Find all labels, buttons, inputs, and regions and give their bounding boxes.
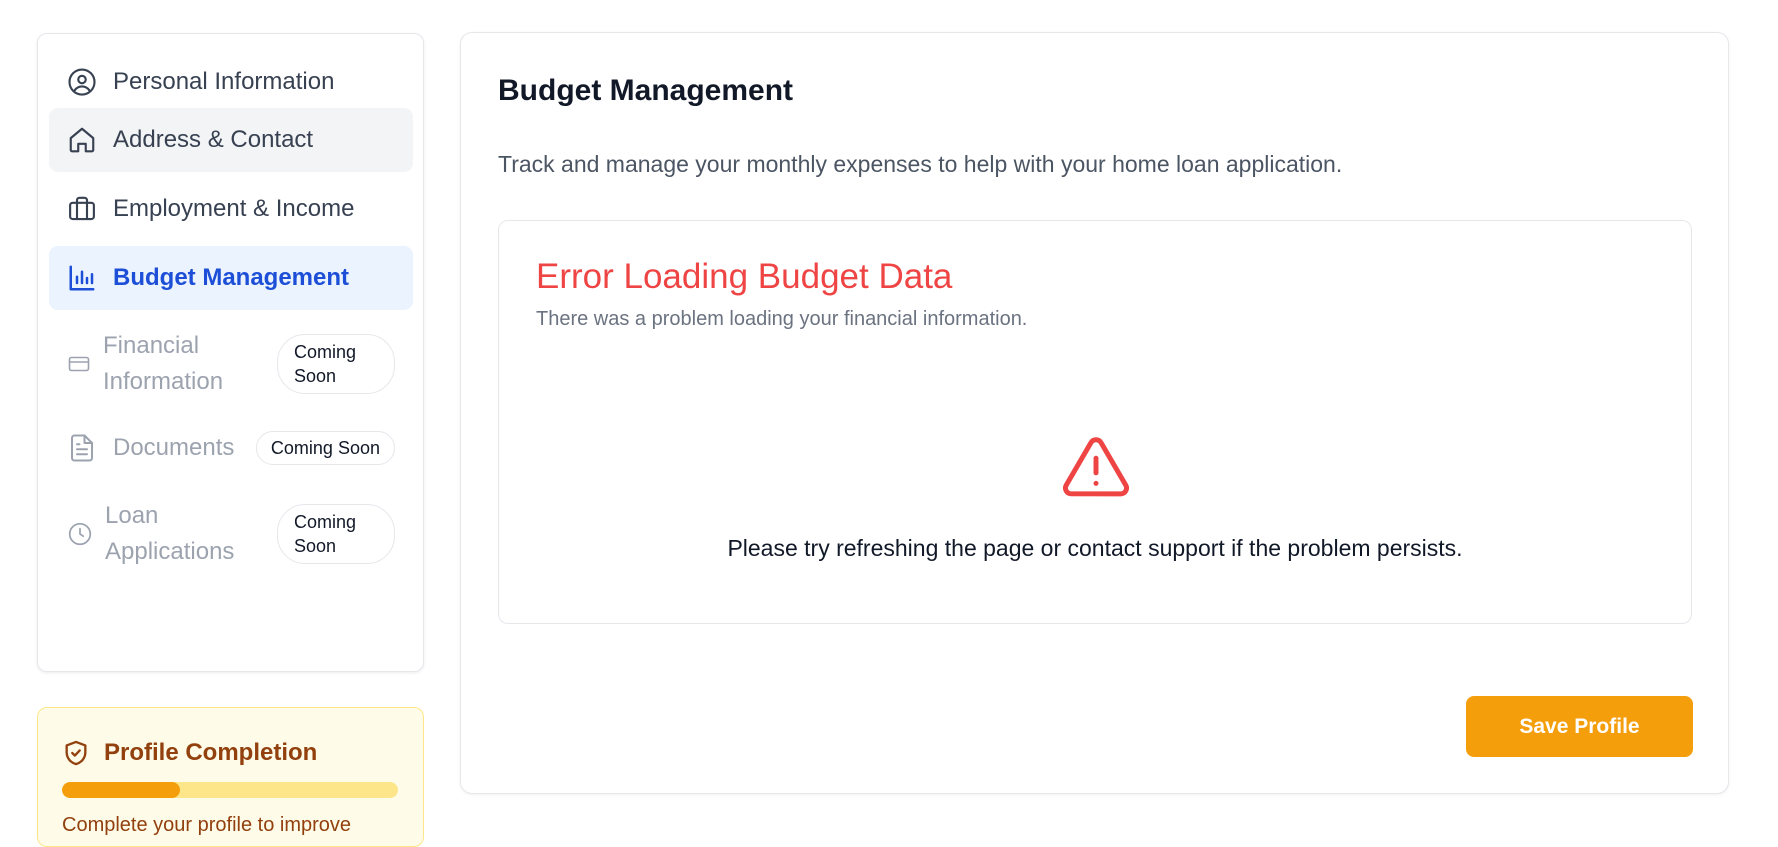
- profile-progress-bar: [62, 782, 398, 798]
- error-subtitle: There was a problem loading your financi…: [536, 308, 1028, 330]
- sidebar-item-label: Address & Contact: [113, 126, 314, 153]
- save-profile-button[interactable]: Save Profile: [1466, 696, 1693, 757]
- sidebar-nav: Personal Information Address & Contact E…: [37, 33, 424, 672]
- sidebar-item-documents: Documents Coming Soon: [49, 416, 413, 480]
- profile-completion-header: Profile Completion: [62, 738, 317, 768]
- coming-soon-badge: Coming Soon: [277, 504, 395, 564]
- error-card: Error Loading Budget Data There was a pr…: [498, 220, 1692, 624]
- clock-icon: [67, 519, 93, 549]
- file-icon: [67, 433, 97, 463]
- page-description: Track and manage your monthly expenses t…: [498, 151, 1343, 177]
- sidebar-item-budget-management[interactable]: Budget Management: [49, 246, 413, 310]
- shield-check-icon: [62, 738, 92, 768]
- sidebar-item-address-contact[interactable]: Address & Contact: [49, 108, 413, 172]
- profile-progress-fill: [62, 782, 180, 798]
- profile-completion-title: Profile Completion: [104, 739, 318, 766]
- coming-soon-badge: Coming Soon: [255, 431, 395, 465]
- sidebar-item-label: Loan Applications: [105, 502, 235, 565]
- briefcase-icon: [67, 194, 97, 224]
- bar-chart-icon: [67, 263, 97, 293]
- coming-soon-badge: Coming Soon: [277, 334, 395, 394]
- sidebar-item-label: Employment & Income: [113, 195, 355, 222]
- sidebar-item-loan-applications: Loan Applications Coming Soon: [49, 494, 413, 574]
- user-circle-icon: [67, 67, 97, 97]
- main-panel: Budget Management Track and manage your …: [460, 32, 1729, 794]
- error-title: Error Loading Budget Data: [536, 257, 953, 296]
- credit-card-icon: [67, 349, 91, 379]
- home-icon: [67, 125, 97, 155]
- sidebar-item-label: Documents: [113, 434, 235, 461]
- warning-triangle-icon: [1061, 434, 1131, 500]
- page-title: Budget Management: [498, 74, 794, 107]
- error-message: Please try refreshing the page or contac…: [727, 535, 1463, 561]
- profile-completion-text: Complete your profile to improve: [62, 814, 352, 836]
- sidebar-item-label: Personal Information: [113, 68, 335, 95]
- sidebar-item-label: Financial Information: [103, 332, 224, 395]
- profile-completion-card: Profile Completion Complete your profile…: [37, 707, 424, 847]
- sidebar-item-employment-income[interactable]: Employment & Income: [49, 177, 413, 241]
- sidebar-item-financial-information: Financial Information Coming Soon: [49, 324, 413, 404]
- sidebar-item-label: Budget Management: [113, 264, 350, 291]
